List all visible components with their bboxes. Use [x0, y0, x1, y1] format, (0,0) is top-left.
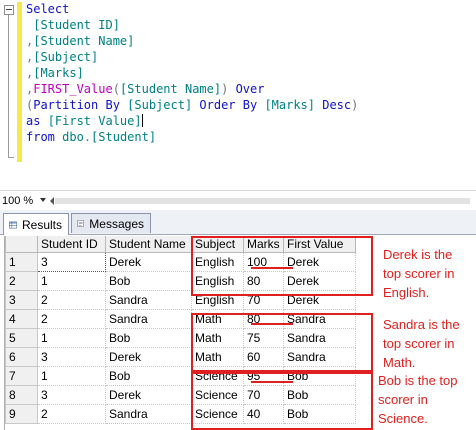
code-token: [Marks]: [264, 98, 323, 112]
code-token: [Marks]: [33, 66, 84, 80]
table-cell[interactable]: Sandra: [105, 309, 192, 329]
science-max-underline: [251, 381, 293, 383]
column-header-student-name[interactable]: Student Name: [105, 236, 192, 253]
code-token: [Subject]: [127, 98, 200, 112]
chevron-down-icon[interactable]: [40, 198, 46, 202]
row-number[interactable]: 1: [5, 252, 38, 272]
table-cell[interactable]: 3: [37, 385, 106, 405]
horizontal-scrollbar[interactable]: [55, 198, 470, 204]
code-token: ): [221, 82, 236, 96]
note-math: Sandra is the top scorer in Math.: [383, 315, 460, 372]
table-cell[interactable]: 3: [37, 347, 106, 367]
grid-icon: [9, 221, 17, 228]
sql-code[interactable]: Select [Student ID] ,[Student Name] ,[Subj…: [26, 1, 358, 145]
math-max-underline: [251, 323, 293, 325]
code-token: [Student ID]: [33, 18, 120, 32]
code-token: from: [26, 130, 63, 144]
note-math-line: Sandra is the: [383, 317, 460, 332]
outline-line: [8, 15, 9, 158]
code-line[interactable]: ,[Student Name]: [26, 33, 358, 49]
tab-results-label: Results: [21, 217, 62, 232]
table-cell[interactable]: Bob: [105, 271, 192, 291]
code-line[interactable]: Select: [26, 1, 358, 17]
changed-lines-marker: [17, 2, 22, 162]
tab-results[interactable]: Results: [3, 213, 69, 235]
code-token: [Student Name]: [119, 82, 222, 96]
code-token: [Student]: [91, 130, 157, 144]
code-line[interactable]: as [First Value]: [26, 113, 358, 129]
code-token: [First Value]: [47, 114, 142, 128]
note-english: Derek is the top scorer in English.: [383, 245, 455, 302]
table-cell[interactable]: 2: [37, 290, 106, 310]
note-science: Bob is the top scorer in Science.: [378, 371, 458, 428]
english-group-highlight: [191, 236, 373, 296]
code-token: Order By: [199, 98, 265, 112]
column-header-student-id[interactable]: Student ID: [37, 236, 106, 253]
collapse-toggle-icon[interactable]: [4, 5, 14, 15]
row-number[interactable]: 6: [5, 347, 38, 367]
code-line[interactable]: ,[Marks]: [26, 65, 358, 81]
note-english-line: Derek is the: [383, 247, 453, 262]
code-token: [Subject]: [33, 50, 99, 64]
note-science-line: scorer in: [378, 392, 428, 407]
code-token: (: [112, 82, 120, 96]
row-number[interactable]: 7: [5, 366, 38, 386]
tab-messages-label: Messages: [89, 216, 144, 231]
code-token: dbo: [62, 130, 84, 144]
note-english-line: English.: [383, 285, 430, 300]
code-token: Select: [26, 2, 70, 16]
result-tabs: Results Messages: [0, 210, 476, 235]
row-number[interactable]: 5: [5, 328, 38, 348]
sql-editor[interactable]: Select [Student ID] ,[Student Name] ,[Subj…: [0, 0, 476, 190]
table-cell[interactable]: 1: [37, 271, 106, 291]
table-cell[interactable]: 1: [37, 328, 106, 348]
code-line[interactable]: ,FIRST_Value([Student Name]) Over: [26, 81, 358, 97]
table-cell[interactable]: 2: [37, 404, 106, 424]
table-cell[interactable]: Sandra: [105, 404, 192, 424]
code-token: as: [26, 114, 48, 128]
code-token: Desc: [322, 98, 352, 112]
messages-icon: [77, 220, 84, 227]
text-caret: [141, 114, 143, 127]
zoom-bar: 100 %: [0, 190, 476, 211]
table-cell[interactable]: Derek: [105, 252, 192, 272]
note-math-line: top scorer in: [383, 336, 455, 351]
code-token: ): [351, 98, 359, 112]
table-cell[interactable]: Sandra: [105, 290, 192, 310]
table-cell[interactable]: Bob: [105, 366, 192, 386]
table-cell[interactable]: Derek: [105, 385, 192, 405]
note-english-line: top scorer in: [383, 266, 455, 281]
tab-messages[interactable]: Messages: [71, 213, 151, 233]
row-number[interactable]: 9: [5, 404, 38, 424]
code-token: Partition By: [33, 98, 128, 112]
table-cell[interactable]: Bob: [105, 328, 192, 348]
table-cell[interactable]: 2: [37, 309, 106, 329]
table-cell[interactable]: 1: [37, 366, 106, 386]
scroll-left-icon[interactable]: [50, 197, 54, 205]
row-number-header[interactable]: [5, 236, 38, 253]
note-math-line: Math.: [383, 355, 416, 370]
row-number[interactable]: 3: [5, 290, 38, 310]
english-max-underline: [251, 267, 293, 269]
code-token: Over: [235, 82, 265, 96]
outline-line-end: [8, 157, 14, 158]
table-cell[interactable]: 3: [37, 252, 106, 272]
note-science-line: Bob is the top: [378, 373, 458, 388]
table-cell[interactable]: Derek: [105, 347, 192, 367]
code-line[interactable]: [Student ID]: [26, 17, 358, 33]
code-token: [Student Name]: [33, 34, 135, 48]
row-number[interactable]: 4: [5, 309, 38, 329]
code-line[interactable]: (Partition By [Subject] Order By [Marks]…: [26, 97, 358, 113]
row-number[interactable]: 8: [5, 385, 38, 405]
math-group-highlight: [191, 313, 373, 372]
code-line[interactable]: from dbo.[Student]: [26, 129, 358, 145]
code-token: .: [83, 130, 92, 144]
code-token: FIRST_Value: [33, 82, 113, 96]
code-line[interactable]: ,[Subject]: [26, 49, 358, 65]
row-number[interactable]: 2: [5, 271, 38, 291]
note-science-line: Science.: [378, 411, 428, 426]
zoom-value: 100 %: [2, 195, 34, 207]
